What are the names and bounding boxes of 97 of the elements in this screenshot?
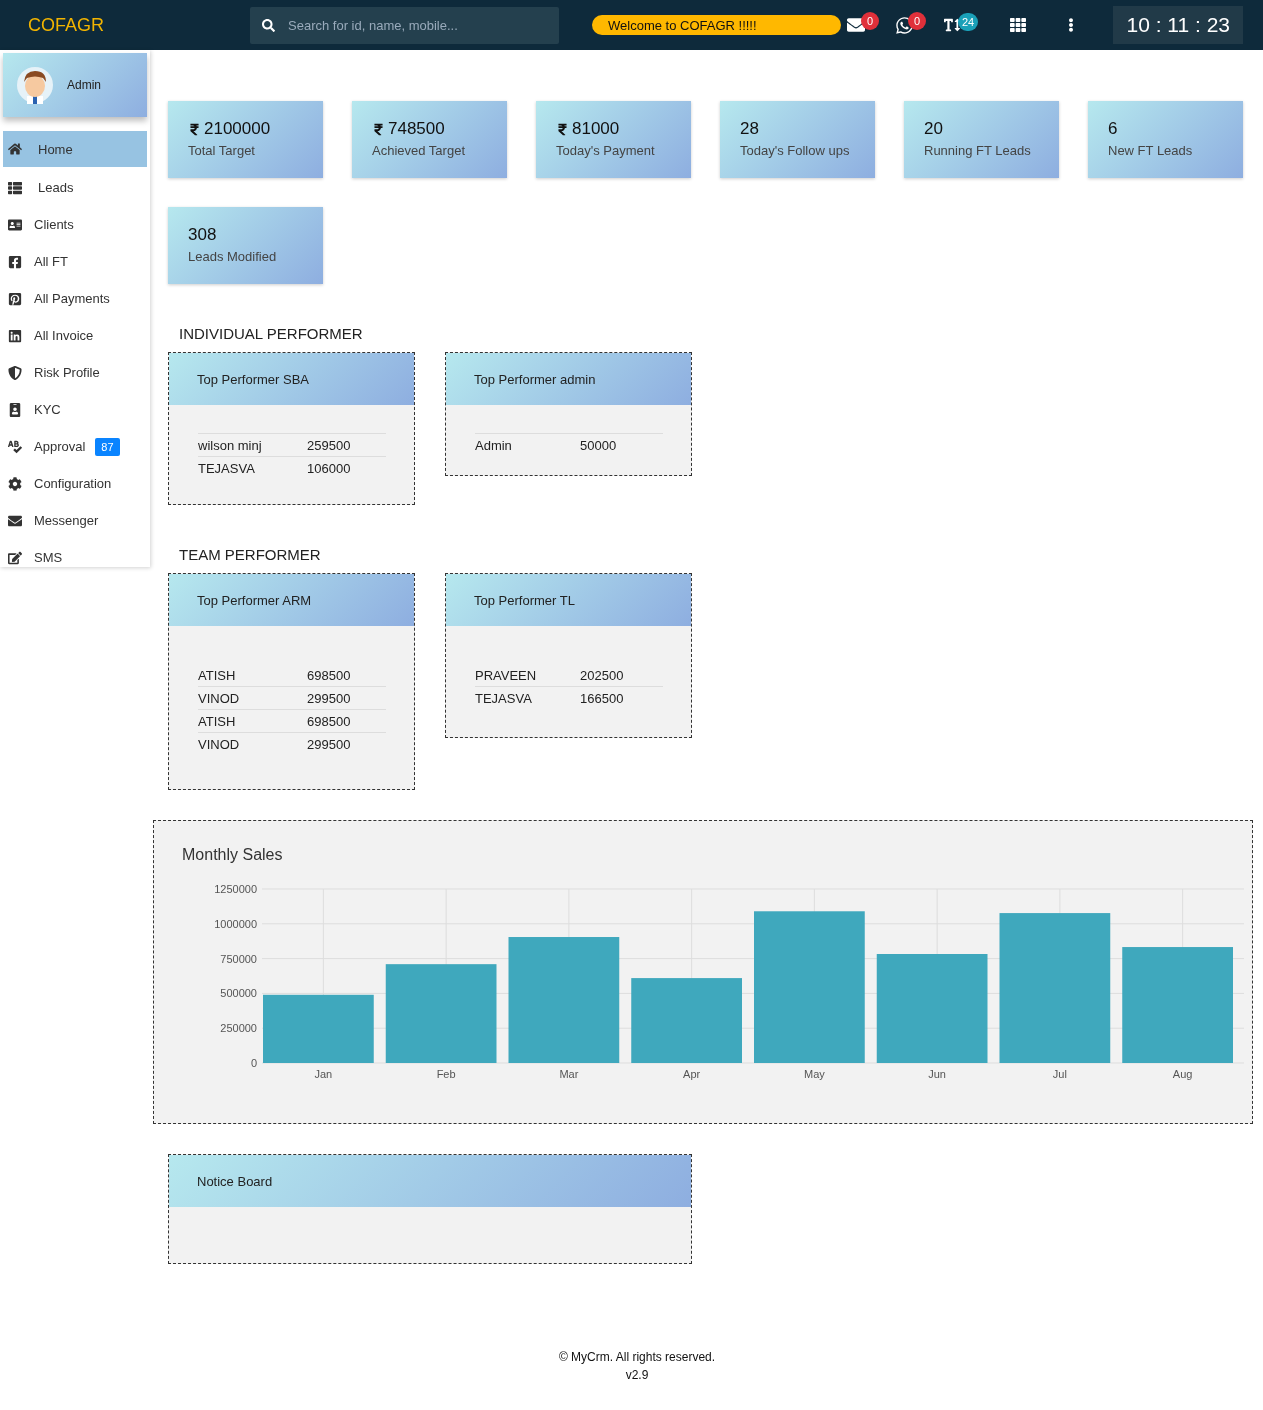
menu-item-icon	[8, 328, 22, 343]
app-logo[interactable]: COFAGR	[28, 14, 250, 36]
menu-item-icon	[8, 476, 22, 491]
sidebar-item[interactable]: Messenger	[3, 502, 147, 539]
axis-label: Apr	[683, 1068, 701, 1080]
stat-label: Running FT Leads	[924, 143, 1032, 158]
mail-icon[interactable]	[847, 16, 865, 34]
performer-name: Admin	[475, 437, 513, 453]
axis-label: 750000	[220, 952, 257, 965]
axis-label: 250000	[220, 1022, 257, 1035]
performer-amount: 202500	[580, 667, 624, 683]
card-title: Top Performer ARM	[169, 574, 414, 626]
performer-name: PRAVEEN	[475, 667, 538, 683]
stat-value: 28	[740, 119, 760, 139]
performer-amount: 299500	[307, 690, 351, 706]
axis-label: 1250000	[214, 883, 257, 895]
stat-value: 748500	[372, 119, 487, 139]
sidebar-item[interactable]: Home	[3, 131, 147, 167]
stat-value: 6	[1108, 119, 1119, 139]
count-badge: 0	[861, 12, 879, 30]
apps-icon[interactable]	[1010, 17, 1026, 33]
performer-amount: 259500	[307, 437, 351, 453]
menu-item-icon	[8, 180, 22, 195]
user-name: Admin	[67, 78, 101, 92]
section-title: TEAM PERFORMER	[179, 546, 322, 563]
performer-amount: 106000	[307, 460, 351, 476]
sidebar-item[interactable]: Approval 87	[3, 428, 147, 465]
axis-label: Feb	[436, 1068, 456, 1080]
stat-label: Today's Follow ups	[740, 143, 851, 158]
stat-label: Total Target	[188, 143, 256, 158]
performer-amount: 50000	[580, 437, 617, 453]
axis-label: 500000	[220, 987, 257, 1000]
card-title: Notice Board	[169, 1155, 691, 1207]
sidebar-item[interactable]: Leads	[3, 169, 147, 206]
performer-name: TEJASVA	[198, 460, 256, 476]
search-icon	[262, 18, 275, 32]
stat-label: New FT Leads	[1108, 143, 1194, 158]
text-size-icon[interactable]	[944, 17, 960, 33]
menu-item-icon	[8, 365, 22, 380]
welcome-banner: Welcome to COFAGR !!!!!	[592, 15, 841, 35]
rupee-icon	[556, 122, 569, 136]
axis-label: 0	[250, 1057, 257, 1069]
card-title: Top Performer SBA	[169, 353, 414, 405]
section-title: INDIVIDUAL PERFORMER	[179, 325, 364, 342]
rupee-icon	[372, 122, 385, 136]
menu-item-icon	[8, 550, 22, 565]
stat-label: Achieved Target	[372, 143, 466, 158]
sidebar-item[interactable]: Configuration	[3, 465, 147, 502]
stat-label: Leads Modified	[188, 249, 278, 264]
axis-label: Jul	[1052, 1068, 1067, 1080]
count-badge: 24	[958, 13, 979, 31]
count-badge: 0	[908, 11, 926, 30]
sidebar-item[interactable]: All FT	[3, 243, 147, 280]
copyright-text: © MyCrm. All rights reserved.	[557, 1349, 717, 1366]
sidebar-item[interactable]: Clients	[3, 206, 147, 243]
menu-item-icon	[8, 217, 22, 232]
menu-item-icon	[8, 254, 22, 269]
axis-label: Mar	[559, 1068, 579, 1080]
performer-name: VINOD	[198, 690, 241, 706]
stat-value: 308	[188, 225, 218, 245]
axis-label: Aug	[1172, 1068, 1193, 1080]
sidebar-item[interactable]: Risk Profile	[3, 354, 147, 391]
performer-name: VINOD	[198, 736, 241, 752]
chart-title: Monthly Sales	[182, 846, 284, 864]
search-field[interactable]: Search for id, name, mobile...	[250, 6, 559, 44]
menu-item-icon	[8, 513, 22, 528]
stat-value: 2100000	[188, 119, 303, 139]
count-badge: 87	[95, 437, 120, 456]
performer-amount: 166500	[580, 690, 624, 706]
menu-item-icon	[8, 291, 22, 306]
clock: 10 : 11 : 23	[1113, 6, 1243, 44]
performer-amount: 698500	[307, 667, 351, 683]
performer-name: ATISH	[198, 713, 237, 729]
axis-label: May	[804, 1068, 825, 1080]
sidebar-item[interactable]: KYC	[3, 391, 147, 428]
card-title: Top Performer TL	[446, 574, 691, 626]
stat-label: Today's Payment	[556, 143, 656, 158]
performer-name: TEJASVA	[475, 690, 533, 706]
performer-name: wilson minj	[198, 437, 263, 453]
sidebar-item[interactable]: SMS	[3, 539, 147, 567]
axis-label: Jan	[314, 1068, 333, 1080]
performer-amount: 698500	[307, 713, 351, 729]
sidebar-item[interactable]: All Invoice	[3, 317, 147, 354]
avatar-icon	[17, 66, 53, 104]
stat-value: 20	[924, 119, 944, 139]
sidebar-item[interactable]: All Payments	[3, 280, 147, 317]
axis-label: Jun	[928, 1068, 946, 1080]
card-title: Top Performer admin	[446, 353, 691, 405]
performer-amount: 299500	[307, 736, 351, 752]
rupee-icon	[188, 122, 201, 136]
version-text: v2.9	[624, 1367, 650, 1384]
performer-name: ATISH	[198, 667, 237, 683]
stat-value: 81000	[556, 119, 671, 139]
menu-item-icon	[8, 402, 22, 417]
menu-item-icon	[8, 142, 22, 156]
menu-item-icon	[8, 439, 22, 454]
axis-label: 1000000	[214, 917, 257, 930]
